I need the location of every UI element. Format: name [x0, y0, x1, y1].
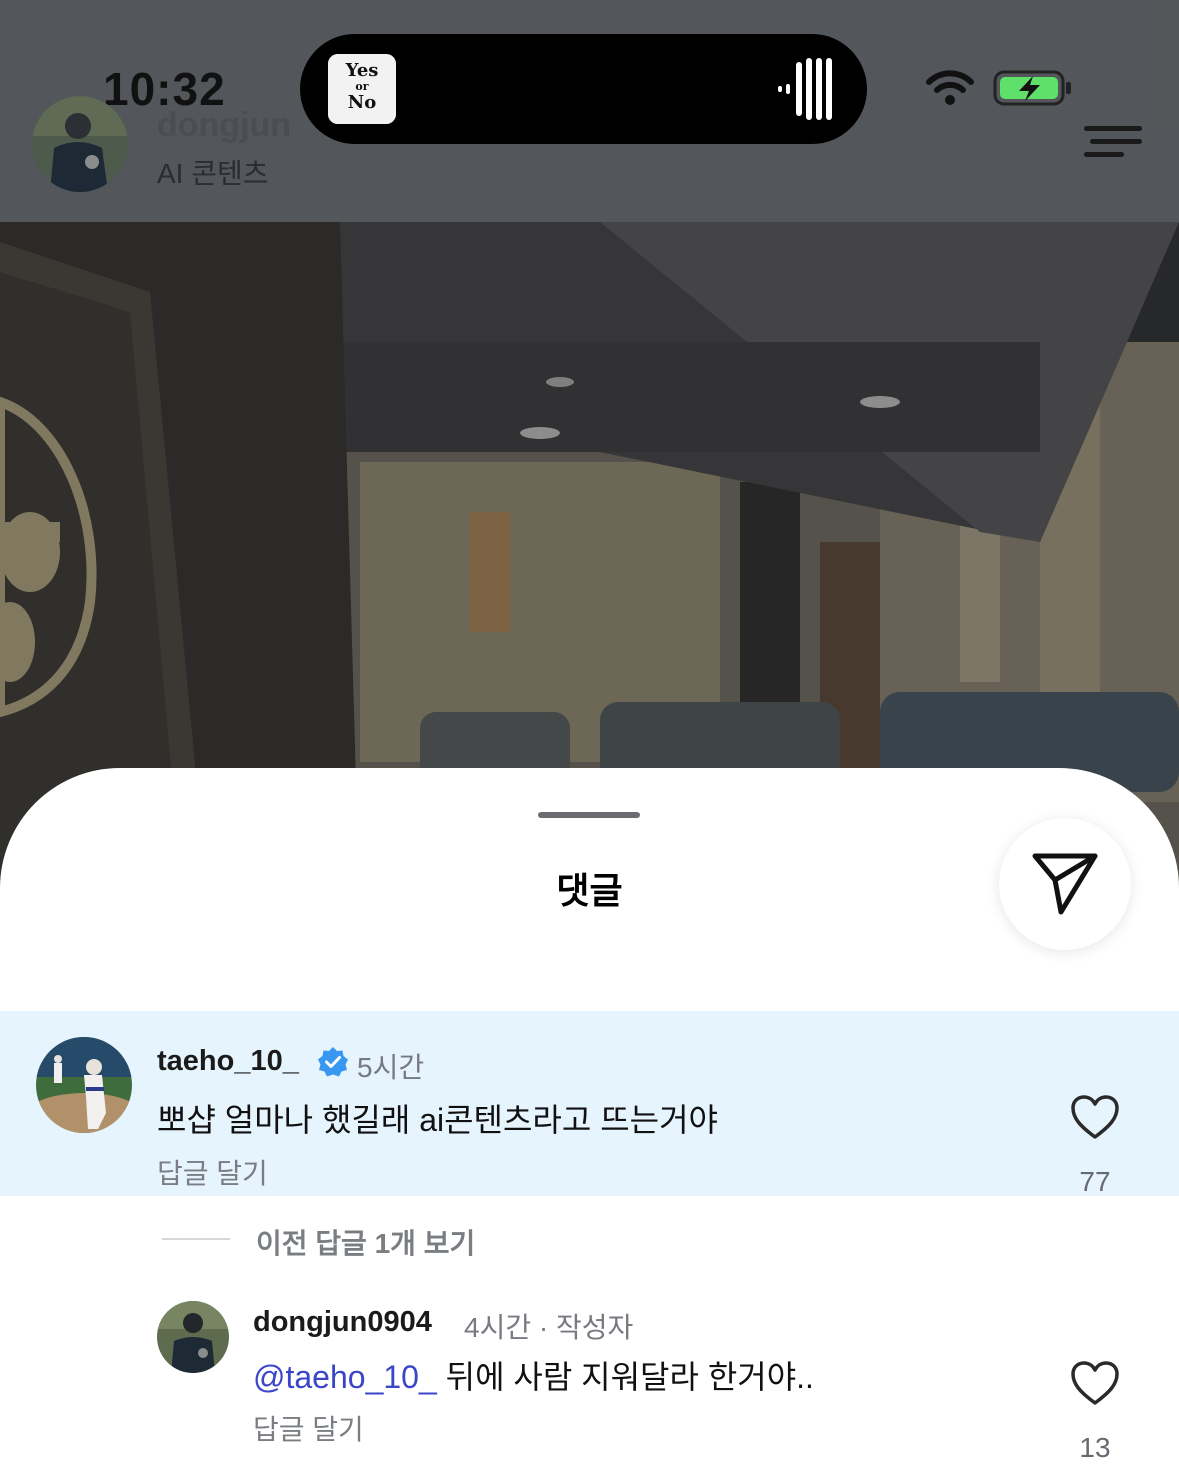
reply-username[interactable]: dongjun0904 — [253, 1306, 432, 1339]
audio-wave-icon — [778, 58, 832, 120]
menu-icon[interactable] — [1082, 124, 1144, 160]
commenter-avatar[interactable] — [36, 1037, 132, 1133]
comment-username[interactable]: taeho_10_ — [157, 1045, 299, 1078]
thread-divider — [162, 1238, 230, 1240]
reply-mention[interactable]: @taeho_10_ — [253, 1359, 437, 1395]
send-icon — [1032, 853, 1098, 915]
view-previous-replies-button[interactable]: 이전 답글 1개 보기 — [256, 1222, 475, 1262]
reply-timestamp-author: 4시간 · 작성자 — [464, 1312, 634, 1343]
reply-text: 뒤에 사람 지워달라 한거야.. — [436, 1359, 814, 1395]
comment-timestamp: 5시간 — [357, 1052, 425, 1083]
reply-reply-button[interactable]: 답글 달기 — [253, 1408, 364, 1448]
like-count: 77 — [1079, 1166, 1111, 1197]
author-avatar[interactable] — [32, 96, 128, 192]
sheet-grabber[interactable] — [538, 812, 640, 818]
reply-author-avatar[interactable] — [157, 1301, 229, 1373]
share-button[interactable] — [999, 818, 1131, 950]
reply-author-avatar-image — [157, 1301, 229, 1373]
heart-icon[interactable] — [1070, 1094, 1120, 1140]
now-playing-album-art[interactable]: Yes or No — [328, 54, 396, 124]
commenter-avatar-image — [36, 1037, 132, 1133]
reply-button[interactable]: 답글 달기 — [157, 1152, 268, 1192]
post-ai-label[interactable]: AI 콘텐츠 — [157, 152, 269, 192]
svg-text:No: No — [348, 92, 376, 113]
battery-charging-icon — [993, 70, 1071, 106]
reply-text-line: @taeho_10_ 뒤에 사람 지워달라 한거야.. — [253, 1352, 814, 1398]
reply-like-count: 13 — [1079, 1432, 1111, 1463]
comment-text: 뽀샵 얼마나 했길래 ai콘텐츠라고 뜨는거야 — [157, 1102, 718, 1138]
album-art-logo: Yes or No — [328, 54, 396, 124]
verified-badge-icon — [318, 1047, 348, 1077]
wifi-icon — [926, 70, 974, 105]
dynamic-island[interactable]: Yes or No — [300, 34, 867, 144]
post-author-name[interactable]: dongjun — [157, 106, 291, 145]
svg-text:Yes: Yes — [345, 60, 379, 81]
author-avatar-image — [32, 96, 128, 192]
heart-icon[interactable] — [1070, 1360, 1120, 1406]
